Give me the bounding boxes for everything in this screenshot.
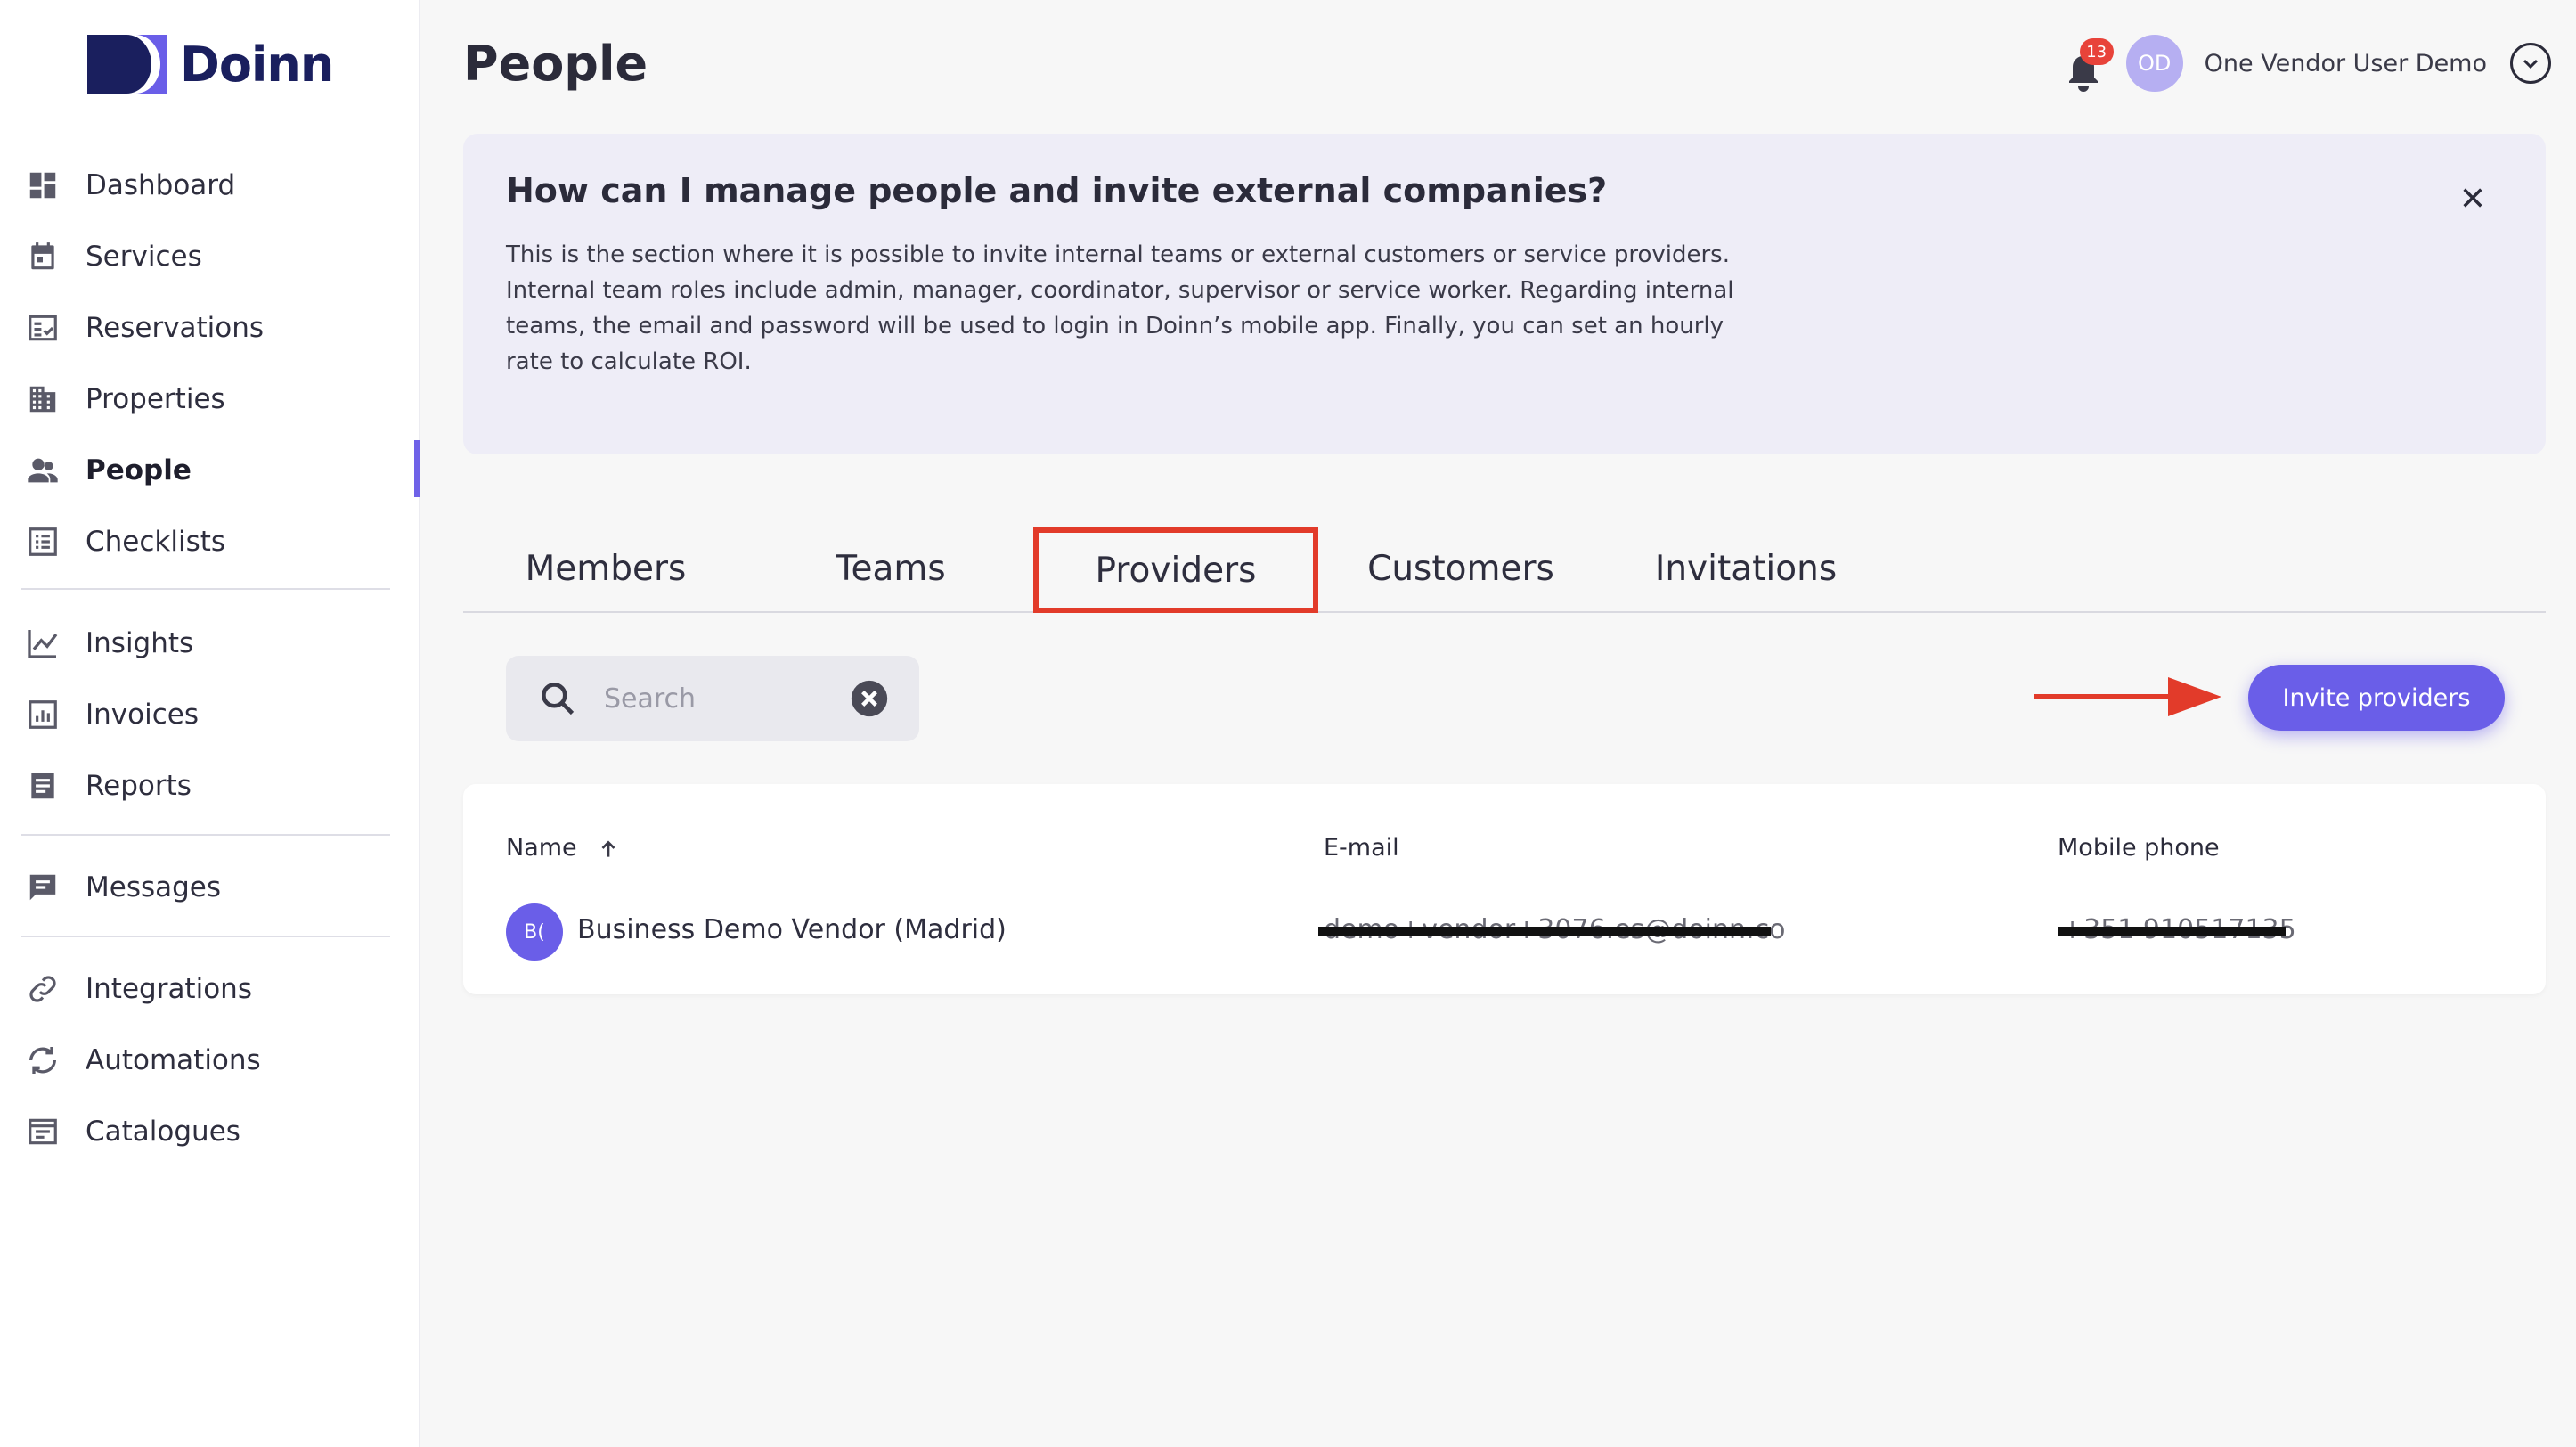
sidebar-item-automations[interactable]: Automations [0, 1025, 420, 1096]
calendar-icon [25, 239, 61, 274]
sidebar-item-label: Integrations [86, 973, 252, 1005]
close-icon [2463, 188, 2482, 208]
tab-customers[interactable]: Customers [1318, 526, 1603, 611]
sidebar-item-checklists[interactable]: Checklists [0, 506, 420, 577]
search-box [506, 656, 919, 741]
sidebar-item-label: Dashboard [86, 169, 236, 201]
help-title: How can I manage people and invite exter… [506, 171, 1608, 210]
sidebar-item-invoices[interactable]: Invoices [0, 679, 420, 750]
sidebar-item-label: Insights [86, 627, 194, 659]
column-header-phone[interactable]: Mobile phone [2058, 834, 2220, 862]
tab-invitations[interactable]: Invitations [1603, 526, 1888, 611]
sidebar-item-integrations[interactable]: Integrations [0, 953, 420, 1025]
sidebar-item-label: Services [86, 241, 202, 273]
close-help-button[interactable] [2455, 180, 2490, 216]
redaction-bar [1318, 927, 1771, 936]
report-icon [25, 768, 61, 804]
sidebar-item-people[interactable]: People [0, 435, 420, 506]
checklist-icon [25, 524, 61, 560]
sidebar-item-label: Properties [86, 383, 225, 415]
sidebar-item-label: People [86, 454, 192, 486]
tab-teams[interactable]: Teams [748, 526, 1033, 611]
sidebar-item-insights[interactable]: Insights [0, 608, 420, 679]
sidebar-item-label: Catalogues [86, 1116, 240, 1148]
sidebar-item-label: Reports [86, 770, 192, 802]
help-text: This is the section where it is possible… [506, 241, 1734, 375]
clear-search-icon[interactable] [850, 679, 889, 718]
sidebar-item-label: Checklists [86, 526, 226, 558]
catalogue-icon [25, 1114, 61, 1149]
chart-line-icon [25, 625, 61, 661]
user-menu-button[interactable] [2510, 43, 2551, 84]
column-header-name[interactable]: Name [506, 834, 620, 862]
doinn-logo-icon [87, 35, 167, 94]
divider [21, 834, 390, 836]
tabs: Members Teams Providers Customers Invita… [463, 526, 2546, 613]
sidebar-item-properties[interactable]: Properties [0, 364, 420, 435]
search-input[interactable] [604, 677, 827, 720]
reservations-icon [25, 310, 61, 346]
sidebar-item-dashboard[interactable]: Dashboard [0, 150, 420, 221]
help-panel: How can I manage people and invite exter… [463, 134, 2546, 454]
chevron-down-icon [2523, 59, 2539, 69]
sidebar-item-messages[interactable]: Messages [0, 852, 420, 923]
dashboard-icon [25, 168, 61, 203]
sidebar-item-label: Automations [86, 1044, 261, 1076]
column-header-email[interactable]: E-mail [1324, 834, 1399, 862]
building-icon [25, 381, 61, 417]
sidebar-item-reservations[interactable]: Reservations [0, 292, 420, 364]
table-row[interactable]: B( Business Demo Vendor (Madrid) demo+ve… [463, 896, 2546, 968]
annotation-arrow-icon [2034, 677, 2221, 716]
provider-name: Business Demo Vendor (Madrid) [577, 914, 1007, 945]
active-indicator [414, 440, 420, 497]
link-icon [25, 971, 61, 1007]
providers-table: Name E-mail Mobile phone B( Business Dem… [463, 784, 2546, 994]
invite-providers-button[interactable]: Invite providers [2248, 665, 2505, 731]
logo-text: Doinn [180, 36, 334, 93]
sidebar: Doinn Dashboard Services Reservations Pr… [0, 0, 420, 1447]
tab-providers[interactable]: Providers [1033, 527, 1318, 613]
sidebar-item-label: Reservations [86, 312, 265, 344]
search-icon [542, 683, 575, 715]
divider [21, 936, 390, 937]
topbar: 13 OD One Vendor User Demo [2062, 32, 2551, 94]
invoice-icon [25, 697, 61, 732]
divider [21, 588, 390, 590]
page-title: People [463, 36, 648, 92]
sidebar-item-reports[interactable]: Reports [0, 750, 420, 822]
avatar: B( [506, 903, 563, 961]
logo[interactable]: Doinn [87, 32, 334, 96]
sidebar-item-label: Invoices [86, 699, 199, 731]
tab-members[interactable]: Members [463, 526, 748, 611]
user-avatar[interactable]: OD [2125, 35, 2183, 92]
sort-asc-icon [601, 840, 615, 857]
user-name[interactable]: One Vendor User Demo [2205, 50, 2487, 78]
message-icon [25, 870, 61, 905]
sidebar-item-catalogues[interactable]: Catalogues [0, 1096, 420, 1167]
notifications-button[interactable]: 13 [2062, 37, 2114, 92]
sync-icon [25, 1042, 61, 1078]
people-icon [25, 453, 61, 488]
sidebar-item-label: Messages [86, 871, 222, 903]
sidebar-item-services[interactable]: Services [0, 221, 420, 292]
redaction-bar [2058, 927, 2286, 936]
notification-badge: 13 [2079, 38, 2114, 65]
